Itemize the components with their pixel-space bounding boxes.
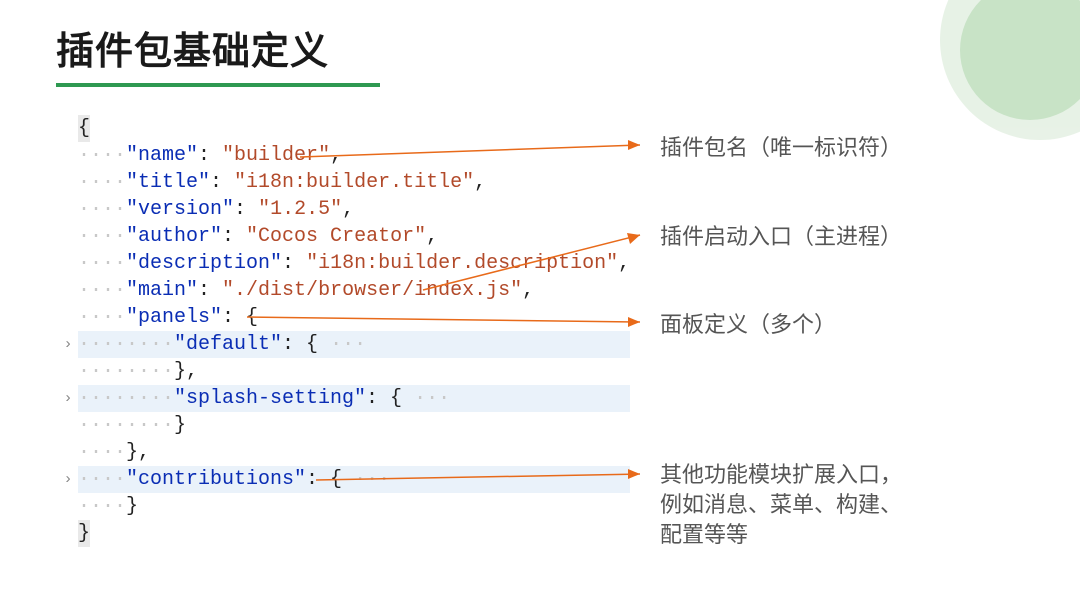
code-line: ····"name": "builder", xyxy=(78,142,630,169)
code-line: ········} xyxy=(78,412,630,439)
code-line-folded: ›········"splash-setting": { ··· xyxy=(78,385,630,412)
code-line: { xyxy=(78,115,630,142)
annotation-package-name: 插件包名（唯一标识符） xyxy=(660,133,902,163)
code-line: ····"main": "./dist/browser/index.js", xyxy=(78,277,630,304)
code-line: ····"description": "i18n:builder.descrip… xyxy=(78,250,630,277)
title-underline xyxy=(56,83,380,87)
page-title: 插件包基础定义 xyxy=(56,20,380,75)
annotation-contributions: 其他功能模块扩展入口， 例如消息、菜单、构建、 配置等等 xyxy=(660,460,902,550)
code-line: ····"version": "1.2.5", xyxy=(78,196,630,223)
title-block: 插件包基础定义 xyxy=(56,20,380,87)
code-line: ····} xyxy=(78,493,630,520)
code-block: { ····"name": "builder", ····"title": "i… xyxy=(78,115,630,547)
code-line: ········}, xyxy=(78,358,630,385)
code-line: ····"author": "Cocos Creator", xyxy=(78,223,630,250)
code-line: ····}, xyxy=(78,439,630,466)
code-line: ····"panels": { xyxy=(78,304,630,331)
fold-marker-icon: › xyxy=(60,466,76,493)
fold-marker-icon: › xyxy=(60,385,76,412)
code-line-folded: ›····"contributions": { ··· xyxy=(78,466,630,493)
code-line: } xyxy=(78,520,630,547)
annotation-main-entry: 插件启动入口（主进程） xyxy=(660,222,902,252)
code-line: ····"title": "i18n:builder.title", xyxy=(78,169,630,196)
fold-marker-icon: › xyxy=(60,331,76,358)
code-line-folded: ›········"default": { ··· xyxy=(78,331,630,358)
corner-decoration xyxy=(940,0,1080,140)
annotation-panels: 面板定义（多个） xyxy=(660,310,836,340)
